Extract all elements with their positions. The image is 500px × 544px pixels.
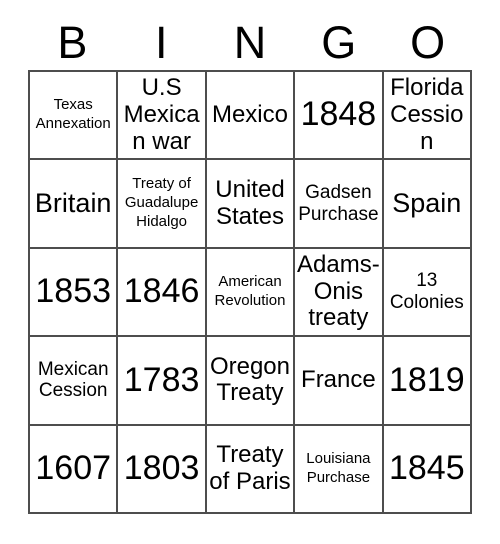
bingo-cell-label: 1848 bbox=[300, 95, 377, 134]
bingo-cell[interactable]: Britain bbox=[30, 160, 119, 249]
bingo-cell-label: 1607 bbox=[35, 448, 112, 487]
bingo-cell-label: Adams-Onis treaty bbox=[297, 250, 380, 332]
bingo-cell[interactable]: Florida Cession bbox=[383, 72, 472, 161]
bingo-cell-label: Oregon Treaty bbox=[209, 352, 291, 407]
bingo-cell[interactable]: 1845 bbox=[383, 425, 472, 514]
bingo-cell-label: 13 Colonies bbox=[389, 270, 464, 313]
bingo-cell-label: Mexican Cession bbox=[37, 358, 109, 402]
header-letter-g: G bbox=[321, 16, 357, 68]
bingo-cell[interactable]: 1819 bbox=[383, 337, 472, 426]
bingo-cell[interactable]: Adams-Onis treaty bbox=[295, 248, 384, 338]
bingo-cell[interactable]: Mexico bbox=[206, 72, 296, 161]
bingo-cell-label: Spain bbox=[392, 187, 462, 218]
bingo-cell-label: Texas Annexation bbox=[35, 96, 111, 133]
bingo-cell-label: Mexico bbox=[211, 100, 288, 128]
bingo-cell[interactable]: 1803 bbox=[118, 425, 207, 514]
bingo-cell[interactable]: 1607 bbox=[30, 425, 119, 514]
bingo-header-letters: B I N G O bbox=[28, 14, 472, 70]
bingo-cell[interactable]: Gadsen Purchase bbox=[295, 160, 384, 249]
bingo-cell[interactable]: U.S Mexican war bbox=[118, 72, 207, 161]
bingo-cell[interactable]: American Revolution bbox=[206, 248, 296, 338]
bingo-cell-label: 1845 bbox=[388, 448, 465, 487]
bingo-cell-label: France bbox=[301, 365, 376, 393]
bingo-cell[interactable]: 1846 bbox=[118, 248, 207, 338]
bingo-cell-label: Gadsen Purchase bbox=[298, 181, 379, 225]
bingo-cell-label: Florida Cession bbox=[390, 73, 464, 155]
bingo-cell-label: United States bbox=[215, 175, 285, 230]
bingo-cell-label: 1783 bbox=[123, 360, 200, 399]
bingo-cell[interactable]: Treaty of Paris bbox=[206, 425, 296, 514]
header-letter-n: N bbox=[233, 16, 267, 68]
bingo-cell-label: 1803 bbox=[123, 448, 200, 487]
bingo-cell-label: Louisiana Purchase bbox=[306, 450, 371, 486]
bingo-cell[interactable]: 1848 bbox=[295, 72, 384, 161]
header-letter-i: I bbox=[154, 16, 168, 68]
bingo-cell[interactable]: Spain bbox=[383, 160, 472, 249]
bingo-cell[interactable]: Treaty of Guadalupe Hidalgo bbox=[118, 160, 207, 249]
bingo-cell[interactable]: 13 Colonies bbox=[383, 248, 472, 338]
bingo-grid: Texas Annexation U.S Mexican war Mexico 184… bbox=[28, 70, 472, 514]
header-letter-b: B bbox=[57, 16, 88, 68]
bingo-cell[interactable]: Mexican Cession bbox=[30, 337, 119, 426]
bingo-cell-label: 1846 bbox=[123, 272, 200, 311]
bingo-cell-label: 1819 bbox=[388, 360, 465, 399]
bingo-cell-label: 1853 bbox=[35, 272, 112, 311]
bingo-cell[interactable]: 1853 bbox=[30, 248, 119, 338]
bingo-cell[interactable]: United States bbox=[206, 160, 296, 249]
bingo-cell-label: Treaty of Paris bbox=[209, 440, 291, 495]
bingo-cell[interactable]: 1783 bbox=[118, 337, 207, 426]
bingo-card: B I N G O Texas Annexation U.S Mexican wa… bbox=[0, 0, 500, 544]
bingo-cell[interactable]: Louisiana Purchase bbox=[295, 425, 384, 514]
bingo-cell-label: Britain bbox=[34, 187, 112, 218]
bingo-cell-label: U.S Mexican war bbox=[123, 73, 200, 155]
bingo-cell[interactable]: Texas Annexation bbox=[30, 72, 119, 161]
bingo-cell[interactable]: Oregon Treaty bbox=[206, 337, 296, 426]
bingo-cell-label: American Revolution bbox=[214, 273, 286, 309]
header-letter-o: O bbox=[410, 16, 446, 68]
bingo-cell[interactable]: France bbox=[295, 337, 384, 426]
bingo-cell-label: Treaty of Guadalupe Hidalgo bbox=[124, 175, 199, 230]
